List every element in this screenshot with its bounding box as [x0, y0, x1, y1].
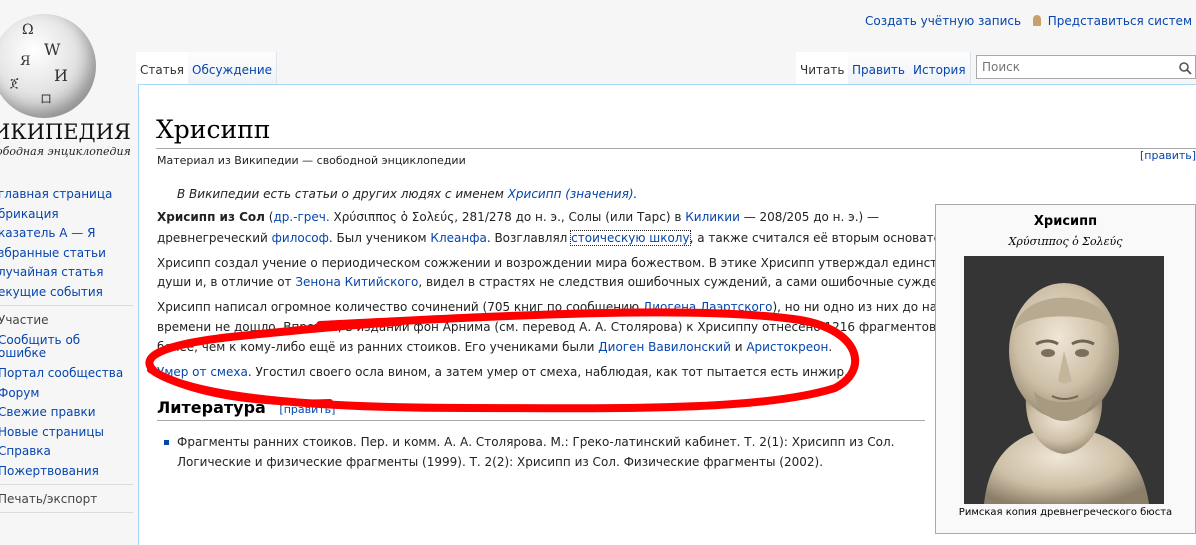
sidebar-item-donate[interactable]: Пожертвования — [0, 464, 99, 478]
literature-edit-link[interactable]: [править] — [279, 403, 335, 416]
create-account-link[interactable]: Создать учётную запись — [865, 14, 1021, 28]
logo-glyph: Я — [20, 54, 31, 69]
text: , видел в страстях не следствия ошибочны… — [418, 275, 965, 289]
literature-item-line1: Фрагменты ранних стоиков. Пер. и комм. А… — [177, 435, 895, 449]
infobox-caption: Римская копия древнегреческого бюста — [958, 507, 1173, 518]
wikipedia-wordmark: ИКИПЕДИЯ — [0, 120, 131, 144]
link-died-laughing[interactable]: Умер от смеха — [157, 365, 248, 379]
paragraph-3-line3: более, чем к кому-либо ещё из ранних сто… — [157, 337, 832, 359]
text: . — [828, 340, 833, 354]
text: Хрисипп написал огромное количество сочи… — [157, 300, 643, 314]
sidebar-divider — [0, 484, 133, 485]
sidebar-item-current-events[interactable]: екущие события — [0, 285, 103, 299]
sidebar-item-help[interactable]: Справка — [0, 444, 51, 458]
logo-glyph: W — [44, 40, 61, 59]
text: — 208/205 до н. э.) — — [739, 210, 880, 224]
paragraph-3-line1: Хрисипп написал огромное количество сочи… — [157, 297, 969, 319]
text: . Угостил своего осла вином, а затем уме… — [247, 365, 848, 379]
hatnote-end: . — [633, 187, 638, 201]
text: . Был учеником — [328, 231, 431, 245]
sidebar-divider — [0, 305, 133, 306]
link-greek[interactable]: др.-греч. — [273, 210, 329, 224]
tab-history[interactable]: История — [909, 52, 971, 84]
sidebar-item-report-error-cont[interactable]: ошибке — [0, 346, 46, 360]
user-icon — [1032, 15, 1041, 26]
paragraph-4: Умер от смеха. Угостил своего осла вином… — [157, 362, 848, 384]
sidebar-item-main-page[interactable]: главная страница — [0, 187, 112, 201]
title-underline — [156, 148, 1196, 149]
wikipedia-globe-logo[interactable]: Ω W Я И ጀ ロ — [0, 14, 96, 118]
tab-article[interactable]: Статья — [136, 52, 190, 84]
sidebar-item-new-pages[interactable]: Новые страницы — [0, 425, 104, 439]
link-cleanthes[interactable]: Клеанфа — [430, 231, 486, 245]
literature-heading-text: Литература — [157, 398, 266, 417]
logo-glyph: И — [54, 66, 68, 85]
paragraph-intro-line1: Хрисипп из Сол (др.-греч. Χρύσιππος ὁ Σο… — [157, 207, 879, 229]
sidebar-item-community-portal[interactable]: Портал сообщества — [0, 366, 123, 380]
link-aristocreon[interactable]: Аристокреон — [746, 340, 828, 354]
text: души и, в отличие от — [157, 275, 296, 289]
literature-underline — [157, 420, 925, 421]
link-philosopher[interactable]: философ — [272, 231, 329, 245]
section-heading-literature: Литература [править] — [157, 398, 335, 417]
text: и — [730, 340, 747, 354]
edit-section-link[interactable]: [править] — [1140, 149, 1196, 162]
page-title: Хрисипп — [156, 115, 271, 144]
literature-item-line2: Логические и физические фрагменты (1999)… — [177, 455, 824, 469]
wikipedia-tagline: ободная энциклопедия — [0, 145, 131, 158]
hatnote-text: В Википедии есть статьи о других людях с… — [177, 187, 508, 201]
link-zeno[interactable]: Зенона Китийского — [295, 275, 418, 289]
search-box[interactable] — [976, 55, 1196, 79]
bold-subject: Хрисипп из Сол — [157, 210, 265, 224]
logo-glyph: ጀ — [10, 76, 19, 91]
text: более, чем к кому-либо ещё из ранних сто… — [157, 340, 599, 354]
link-diogenes-laertius[interactable]: Диогена Лаэртского — [643, 300, 773, 314]
paragraph-2-line2: души и, в отличие от Зенона Китийского, … — [157, 272, 964, 294]
sidebar-item-report-error[interactable]: Сообщить об — [0, 333, 80, 347]
link-stoic-school[interactable]: стоическую школу — [570, 230, 691, 246]
left-panel: Ω W Я И ጀ ロ ИКИПЕДИЯ ободная энциклопеди… — [0, 0, 133, 522]
login-link[interactable]: Представиться систем — [1048, 14, 1192, 28]
hatnote-link[interactable]: Хрисипп (значения) — [508, 187, 634, 201]
text: , а также считался её вторым основателем… — [689, 231, 969, 245]
sidebar-item-random[interactable]: лучайная статья — [0, 265, 103, 279]
sidebar-item-recent-changes[interactable]: Свежие правки — [0, 405, 96, 419]
sidebar-item-categories[interactable]: брикация — [0, 207, 59, 221]
chrysippus-bust-image[interactable] — [964, 256, 1164, 504]
link-diogenes-babylon[interactable]: Диоген Вавилонский — [598, 340, 731, 354]
logo-glyph: ロ — [40, 92, 53, 106]
sidebar-item-featured[interactable]: збранные статьи — [0, 246, 106, 260]
tab-discussion[interactable]: Обсуждение — [188, 52, 278, 84]
sidebar-item-index[interactable]: казатель А — Я — [0, 226, 95, 240]
logo-glyph: Ω — [22, 22, 34, 38]
paragraph-3-line2: времени не дошло. Впрочем, в издании фон… — [157, 320, 952, 334]
text: древнегреческий — [157, 231, 272, 245]
infobox-greek-name: Χρύσιππος ὁ Σολεύς — [1008, 235, 1123, 248]
hatnote: В Википедии есть статьи о других людях с… — [177, 184, 637, 206]
tab-read[interactable]: Читать — [796, 52, 850, 84]
tab-edit[interactable]: Править — [848, 52, 910, 84]
page-subtitle: Материал из Википедии — свободной энцикл… — [157, 154, 466, 167]
text: Χρύσιππος ὁ Σολεύς, 281/278 до н. э., Со… — [329, 210, 686, 224]
sidebar-item-forum[interactable]: Форум — [0, 386, 39, 400]
bullet-icon — [164, 440, 169, 445]
paragraph-intro-line2: древнегреческий философ. Был учеником Кл… — [157, 228, 969, 250]
search-input[interactable] — [982, 57, 1172, 77]
infobox-title: Хрисипп — [1033, 214, 1098, 229]
sidebar-print-export[interactable]: Печать/экспорт — [0, 492, 97, 506]
sidebar-divider — [0, 512, 133, 513]
search-icon[interactable] — [1178, 61, 1192, 75]
sidebar-participation-heading[interactable]: Участие — [0, 313, 49, 327]
personal-tools: Создать учётную запись Представиться сис… — [865, 14, 1192, 28]
text: . Возглавлял — [486, 231, 572, 245]
link-cilicia[interactable]: Киликии — [685, 210, 740, 224]
